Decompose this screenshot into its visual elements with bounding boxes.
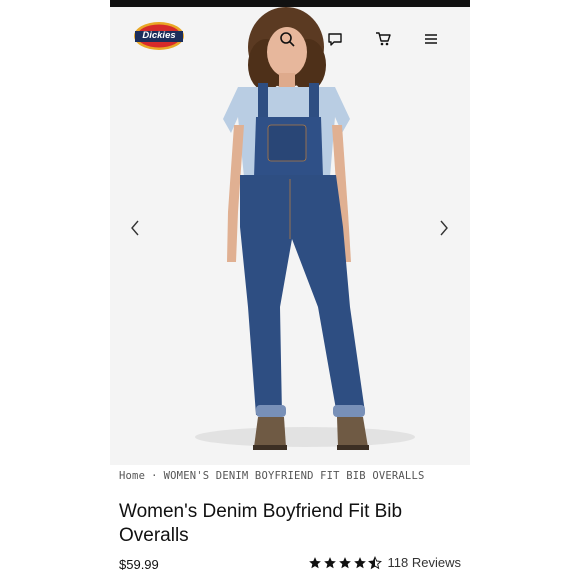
breadcrumb: Home · WOMEN'S DENIM BOYFRIEND FIT BIB OVE… — [119, 470, 425, 482]
breadcrumb-home-link[interactable]: Home — [119, 470, 145, 482]
dickies-logo[interactable]: Dickies — [133, 20, 185, 52]
star-icon — [353, 556, 366, 568]
product-title: Women's Denim Boyfriend Fit Bib Overalls — [119, 501, 403, 546]
top-bar — [110, 0, 470, 7]
product-page: Dickies Home · WOMEN'S DENIM BOYFRIEND FIT… — [110, 0, 470, 580]
chevron-left-icon[interactable] — [125, 216, 145, 240]
chat-icon[interactable] — [326, 30, 344, 48]
chevron-right-icon[interactable] — [434, 216, 454, 240]
logo-text: Dickies — [142, 30, 176, 41]
reviews-link[interactable]: 118 Reviews — [388, 555, 461, 570]
cart-icon[interactable] — [374, 30, 392, 48]
menu-icon[interactable] — [422, 30, 440, 48]
product-rating[interactable]: 118 Reviews — [308, 555, 461, 570]
breadcrumb-current: WOMEN'S DENIM BOYFRIEND FIT BIB OVERALLS — [163, 470, 425, 482]
star-rating — [308, 555, 382, 570]
star-icon — [308, 556, 321, 568]
product-price: $59.99 — [119, 557, 159, 572]
star-icon — [323, 556, 336, 568]
star-icon — [338, 556, 351, 568]
model-photo — [195, 7, 415, 450]
search-icon[interactable] — [278, 30, 296, 48]
breadcrumb-separator: · — [151, 470, 158, 482]
half-star-icon — [367, 555, 382, 569]
product-image[interactable] — [110, 7, 470, 465]
